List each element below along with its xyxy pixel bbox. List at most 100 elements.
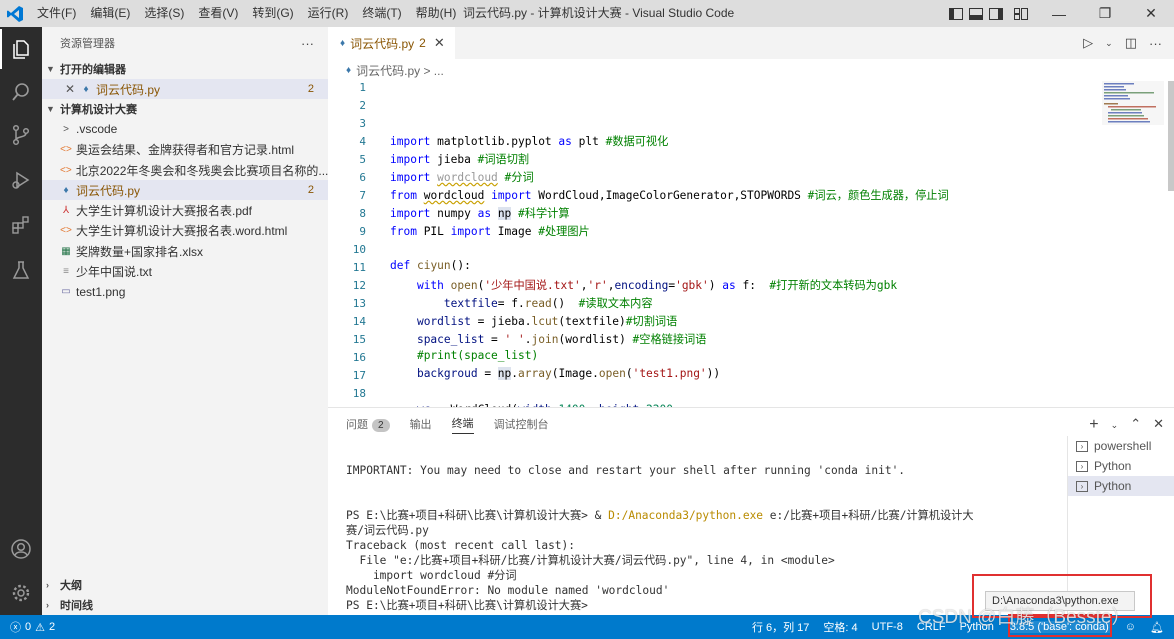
code-line-4: import wordcloud #分词 bbox=[390, 171, 534, 184]
tab-terminal[interactable]: 终端 bbox=[451, 415, 474, 434]
menu-item[interactable]: 文件(F) bbox=[30, 0, 83, 27]
panel-maximize-icon[interactable]: ⌃ bbox=[1130, 416, 1141, 434]
open-editor-item[interactable]: ✕ ♦ 词云代码.py 2 bbox=[42, 79, 328, 100]
menu-item[interactable]: 帮助(H) bbox=[409, 0, 464, 27]
more-actions-icon[interactable]: ··· bbox=[301, 36, 314, 51]
panel-tabs: 问题 2 输出 终端 调试控制台 bbox=[328, 408, 1174, 440]
extensions-icon[interactable] bbox=[0, 205, 42, 245]
split-editor-icon[interactable]: ◫ bbox=[1125, 35, 1137, 51]
problems-status[interactable]: ⓧ 0 ⚠ 2 bbox=[10, 615, 55, 639]
line-number: 7 bbox=[359, 189, 366, 202]
close-icon[interactable]: ✕ bbox=[1128, 0, 1174, 27]
run-dropdown-icon[interactable]: ⌄ bbox=[1105, 38, 1113, 49]
account-icon[interactable] bbox=[0, 529, 42, 569]
chevron-right-icon: › bbox=[46, 600, 49, 610]
terminal-output[interactable]: IMPORTANT: You may need to close and res… bbox=[346, 448, 1046, 613]
menu-item[interactable]: 转到(G) bbox=[245, 0, 300, 27]
file-tree-item[interactable]: <> 北京2022年冬奥会和冬残奥会比赛项目名称的... bbox=[42, 160, 328, 180]
code-line-13: space_list = ' '.join(wordlist) #空格链接词语 bbox=[416, 333, 707, 346]
file-tree-item[interactable]: ♦ 词云代码.py 2 bbox=[42, 180, 328, 201]
tab-problems-label: 问题 bbox=[346, 419, 368, 431]
outline-section[interactable]: › 大纲 bbox=[42, 575, 328, 595]
notifications-bell-icon[interactable]: 🔔︎ bbox=[1150, 621, 1164, 634]
terminal-item-powershell[interactable]: › powershell bbox=[1068, 436, 1174, 456]
file-tree-item[interactable]: > .vscode bbox=[42, 119, 328, 139]
customize-layout-icon[interactable] bbox=[1006, 0, 1036, 27]
code-line-9: def ciyun(): bbox=[390, 259, 471, 272]
source-control-icon[interactable] bbox=[0, 115, 42, 155]
file-tree-item[interactable]: ▭ test1.png bbox=[42, 282, 328, 302]
search-icon[interactable] bbox=[0, 72, 42, 112]
code-line-2: import matplotlib.pyplot as plt #数据可视化 bbox=[390, 135, 669, 148]
editor-scrollbar[interactable] bbox=[1168, 81, 1174, 191]
timeline-section[interactable]: › 时间线 bbox=[42, 595, 328, 615]
outline-label: 大纲 bbox=[60, 580, 82, 592]
pdf-icon: ⅄ bbox=[62, 205, 70, 217]
cursor-position[interactable]: 行 6，列 17 bbox=[752, 619, 809, 635]
settings-gear-icon[interactable] bbox=[0, 573, 42, 613]
problem-count-badge: 2 bbox=[307, 83, 314, 96]
text-file-icon: ≡ bbox=[63, 266, 69, 278]
terminal-line: ModuleNotFoundError: No module named 'wo… bbox=[346, 584, 670, 597]
menu-item[interactable]: 运行(R) bbox=[301, 0, 356, 27]
file-tree-item[interactable]: ≡ 少年中国说.txt bbox=[42, 261, 328, 281]
code-line-7: from PIL import Image #处理图片 bbox=[390, 225, 590, 238]
file-name: 词云代码.py bbox=[76, 183, 141, 198]
open-editors-section[interactable]: ▼ 打开的编辑器 bbox=[42, 59, 328, 79]
file-tree-item[interactable]: ⅄ 大学生计算机设计大赛报名表.pdf bbox=[42, 200, 328, 220]
menu-item[interactable]: 终端(T) bbox=[355, 0, 408, 27]
terminal-item-python-active[interactable]: › Python bbox=[1068, 476, 1174, 496]
python-icon: ♦ bbox=[63, 184, 69, 196]
chevron-down-icon: ▼ bbox=[46, 104, 55, 115]
python-icon: ♦ bbox=[83, 83, 89, 95]
menu-item[interactable]: 编辑(E) bbox=[83, 0, 137, 27]
file-name: 大学生计算机设计大赛报名表.pdf bbox=[76, 204, 253, 219]
minimize-icon[interactable]: — bbox=[1036, 0, 1082, 27]
tab-problems[interactable]: 问题 2 bbox=[346, 416, 390, 432]
terminal-command-line: PS E:\比赛+项目+科研\比赛\计算机设计大赛> & D:/Anaconda… bbox=[346, 508, 1046, 523]
editor-more-icon[interactable]: ··· bbox=[1149, 36, 1162, 51]
file-encoding[interactable]: UTF-8 bbox=[872, 621, 903, 633]
workspace-folder-section[interactable]: ▼ 计算机设计大赛 bbox=[42, 99, 328, 119]
run-python-file-icon[interactable]: ▷ bbox=[1083, 35, 1093, 51]
problems-count-badge: 2 bbox=[372, 419, 390, 432]
warning-icon: ⚠ bbox=[35, 621, 45, 634]
restore-icon[interactable]: ❐ bbox=[1082, 0, 1128, 27]
file-tree-item[interactable]: ▦ 奖牌数量+国家排名.xlsx bbox=[42, 241, 328, 261]
image-icon: ▭ bbox=[61, 286, 71, 298]
new-terminal-icon[interactable]: + bbox=[1089, 416, 1098, 434]
breadcrumb-text: 词云代码.py > ... bbox=[356, 63, 444, 78]
toggle-panel-icon[interactable] bbox=[966, 0, 986, 27]
code-editor[interactable]: 12345678910111213141516171819 import mat… bbox=[328, 81, 1098, 407]
tab-debug-console[interactable]: 调试控制台 bbox=[494, 416, 549, 432]
tab-output[interactable]: 输出 bbox=[410, 416, 432, 432]
explorer-icon[interactable] bbox=[0, 29, 42, 69]
file-name: 北京2022年冬奥会和冬残奥会比赛项目名称的... bbox=[75, 163, 328, 178]
close-tab-icon[interactable]: ✕ bbox=[434, 35, 445, 51]
panel-close-icon[interactable]: ✕ bbox=[1153, 416, 1164, 434]
terminal-line: Traceback (most recent call last): bbox=[346, 539, 576, 552]
toggle-sidebar-icon[interactable] bbox=[946, 0, 966, 27]
tab-ciyun-py[interactable]: ♦ 词云代码.py 2 ✕ bbox=[328, 27, 455, 59]
chevron-down-icon: ▼ bbox=[46, 64, 55, 74]
file-tree: > .vscode <> 奥运会结果、金牌获得者和官方记录.html <> 北京2022年… bbox=[42, 119, 328, 302]
file-tree-item[interactable]: <> 大学生计算机设计大赛报名表.word.html bbox=[42, 221, 328, 241]
run-debug-icon[interactable] bbox=[0, 160, 42, 200]
file-tree-item[interactable]: <> 奥运会结果、金牌获得者和官方记录.html bbox=[42, 140, 328, 160]
menu-item[interactable]: 选择(S) bbox=[137, 0, 191, 27]
menu-item[interactable]: 查看(V) bbox=[191, 0, 245, 27]
tab-problem-badge: 2 bbox=[419, 36, 426, 50]
line-number: 11 bbox=[352, 261, 366, 274]
testing-flask-icon[interactable] bbox=[0, 250, 42, 290]
toggle-secondary-sidebar-icon[interactable] bbox=[986, 0, 1006, 27]
terminal-item-python[interactable]: › Python bbox=[1068, 456, 1174, 476]
open-editors-label: 打开的编辑器 bbox=[60, 64, 126, 76]
terminal-dropdown-icon[interactable]: ⌄ bbox=[1111, 416, 1119, 434]
indentation[interactable]: 空格: 4 bbox=[823, 619, 857, 635]
minimap[interactable] bbox=[1102, 81, 1164, 125]
line-number: 3 bbox=[359, 117, 366, 130]
editor-tabs: ♦ 词云代码.py 2 ✕ ▷ ⌄ ◫ ··· bbox=[328, 27, 1174, 59]
breadcrumb[interactable]: ♦ 词云代码.py > ... bbox=[328, 59, 1174, 81]
close-editor-icon[interactable]: ✕ bbox=[64, 82, 76, 96]
